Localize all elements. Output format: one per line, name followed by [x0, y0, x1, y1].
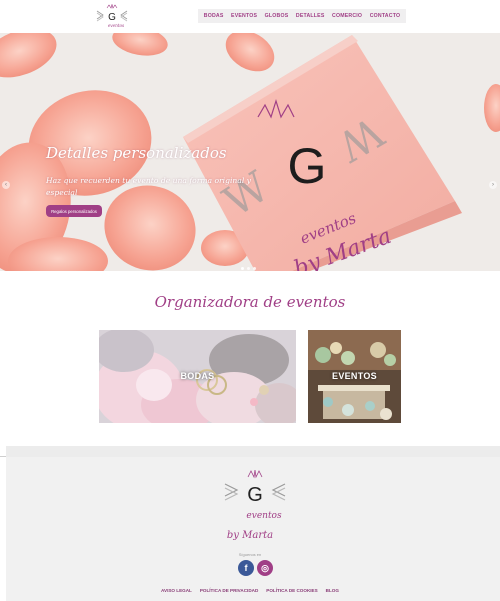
nav-item-eventos[interactable]: EVENTOS: [231, 13, 257, 19]
footer-logo-letter: G: [247, 484, 263, 506]
footer-link-cookies[interactable]: POLÍTICA DE COOKIES: [266, 588, 317, 593]
section-title: Organizadora de eventos: [154, 293, 346, 311]
footer-logo[interactable]: G eventos: [222, 468, 288, 522]
footer-links: AVISO LEGAL POLÍTICA DE PRIVACIDAD POLÍT…: [0, 588, 500, 593]
footer-byline: by Marta: [226, 530, 274, 541]
logo-letter: G: [108, 12, 116, 23]
footer-link-legal[interactable]: AVISO LEGAL: [161, 588, 192, 593]
nav-item-globos[interactable]: GLOBOS: [265, 13, 289, 19]
svg-text:W: W: [329, 107, 392, 171]
footer-top-strip: [6, 446, 500, 457]
slider-dot-3[interactable]: [253, 267, 256, 270]
chevron-right-icon[interactable]: ›: [489, 181, 497, 189]
hero-slider[interactable]: W W G eventos by Marta Detalles personal…: [0, 33, 500, 271]
tile-eventos-label: EVENTOS: [332, 371, 377, 381]
crown-icon: [106, 4, 118, 9]
slider-dot-1[interactable]: [241, 267, 244, 270]
site-logo[interactable]: G eventos: [94, 4, 130, 30]
hero-title: Detalles personalizados: [46, 144, 227, 162]
logo-word: eventos: [108, 23, 124, 28]
site-header: G eventos BODAS EVENTOS GLOBOS DETALLES …: [0, 0, 500, 33]
nav-item-detalles[interactable]: DETALLES: [296, 13, 325, 19]
footer-logo-word: eventos: [246, 511, 282, 521]
page: G eventos BODAS EVENTOS GLOBOS DETALLES …: [0, 0, 500, 601]
main-nav: BODAS EVENTOS GLOBOS DETALLES COMERCIO C…: [198, 9, 406, 23]
nav-item-comercio[interactable]: COMERCIO: [332, 13, 362, 19]
gifts-button[interactable]: Regalos personalizados: [46, 205, 102, 217]
crown-icon: [247, 469, 263, 479]
box-logo-letter: G: [288, 138, 327, 194]
tile-bodas[interactable]: BODAS: [99, 330, 296, 423]
tile-bodas-label: BODAS: [180, 371, 215, 381]
facebook-icon[interactable]: f: [238, 560, 254, 576]
follow-label: Síguenos en: [238, 552, 262, 557]
footer-link-privacy[interactable]: POLÍTICA DE PRIVACIDAD: [200, 588, 258, 593]
crown-icon: [257, 98, 295, 119]
nav-item-bodas[interactable]: BODAS: [204, 13, 224, 19]
tile-eventos[interactable]: EVENTOS: [308, 330, 401, 423]
slider-dot-2[interactable]: [247, 267, 250, 270]
nav-item-contacto[interactable]: CONTACTO: [370, 13, 401, 19]
hero-subtitle: Haz que recuerden tu evento de una forma…: [46, 176, 251, 197]
footer-link-blog[interactable]: BLOG: [326, 588, 339, 593]
chevron-left-icon[interactable]: ‹: [2, 181, 10, 189]
slider-dots: [241, 267, 256, 270]
instagram-icon[interactable]: ◎: [257, 560, 273, 576]
